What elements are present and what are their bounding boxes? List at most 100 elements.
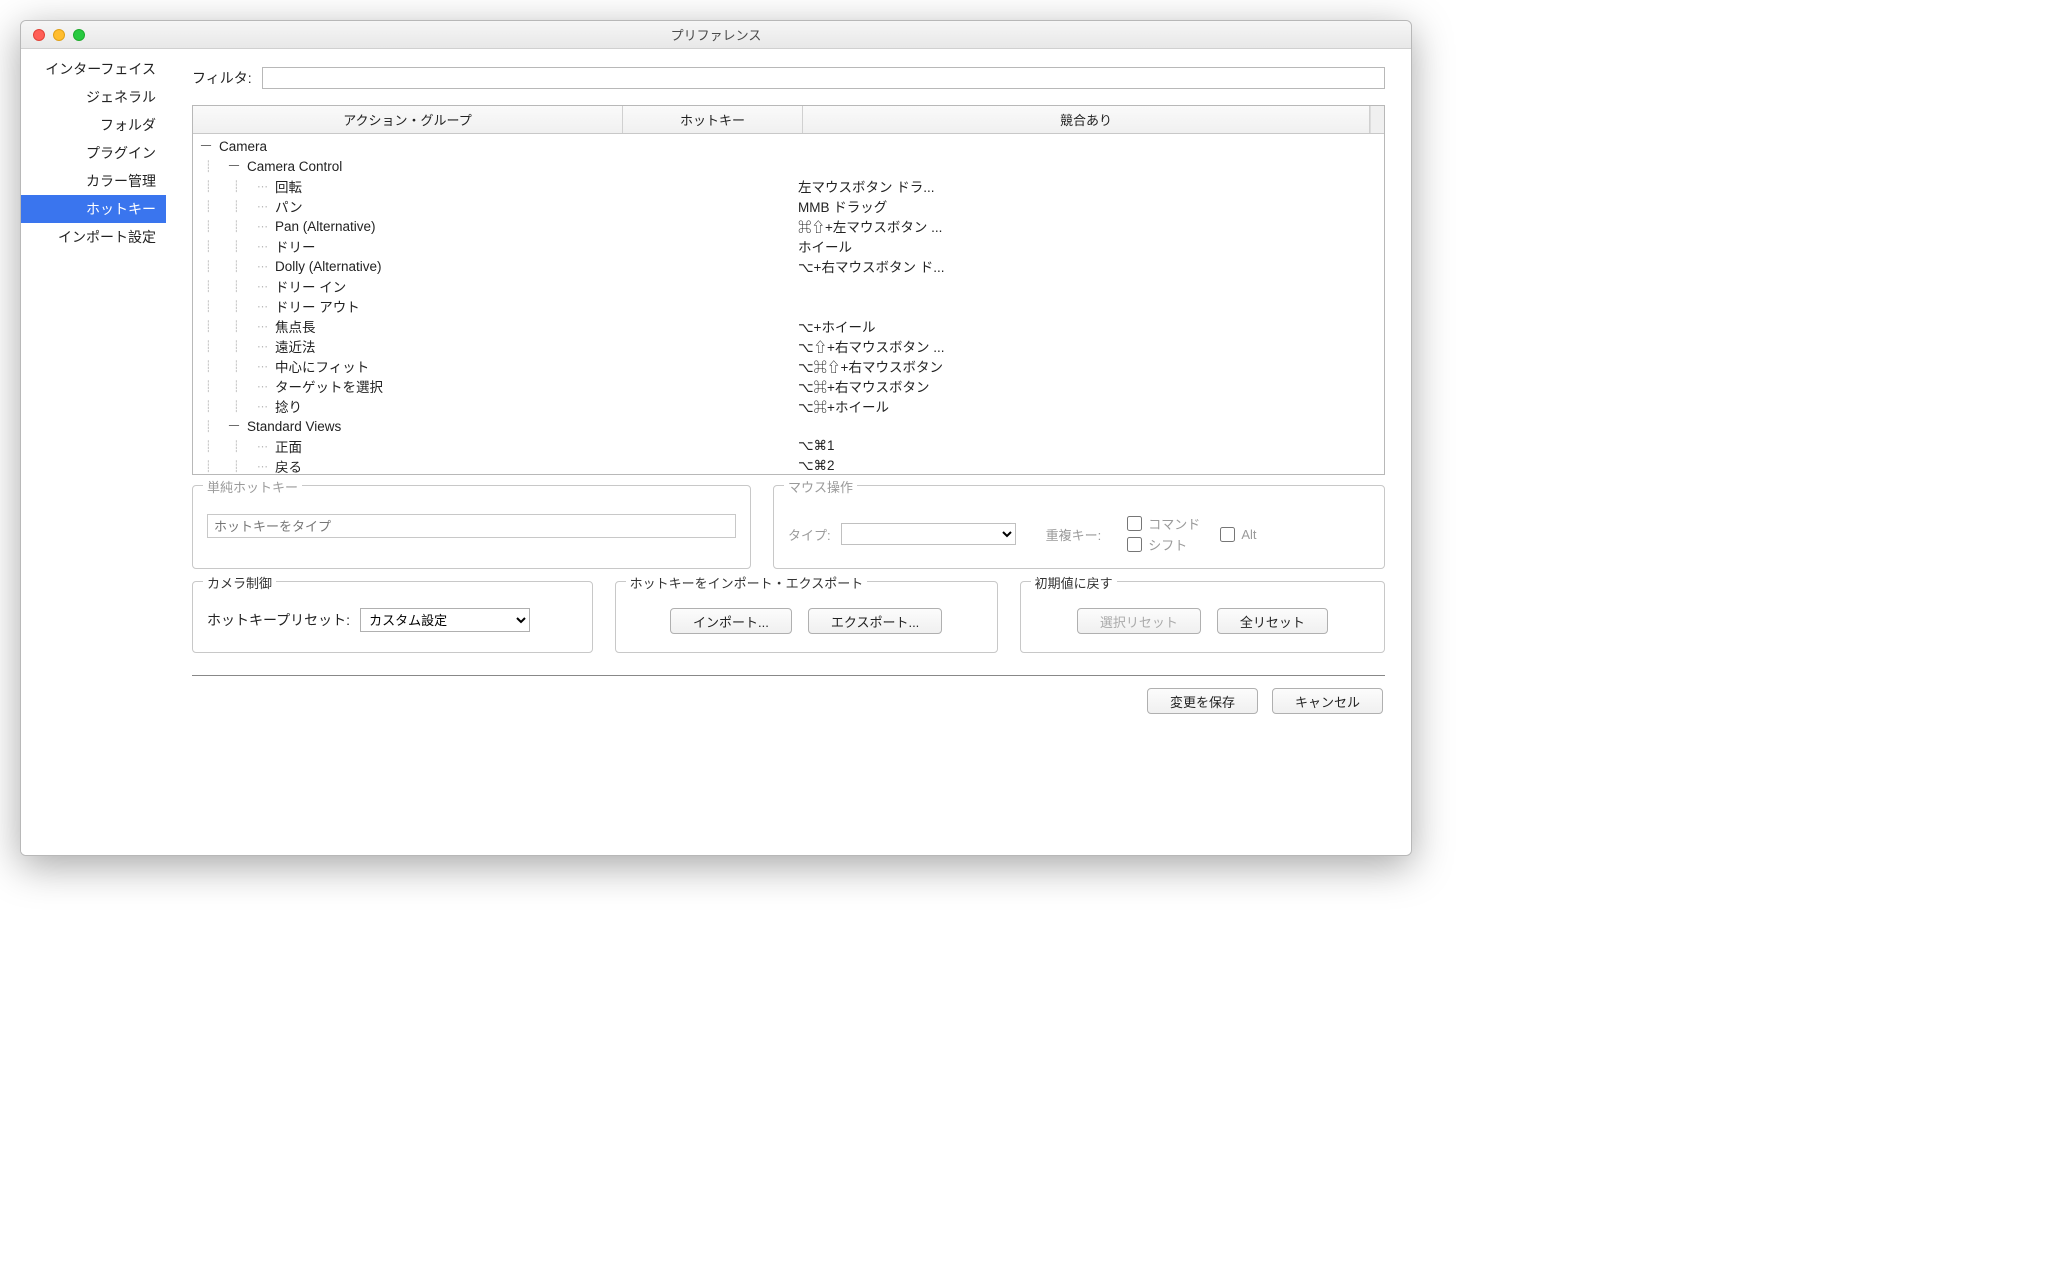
reset-legend: 初期値に戻す <box>1031 573 1117 592</box>
tree-hotkey: ホイール <box>798 236 852 256</box>
tree-row[interactable]: ┊┊⋯ドリーホイール <box>193 236 1384 256</box>
tree-row[interactable]: ┊┊⋯Pan (Alternative)⌘⇧+左マウスボタン ... <box>193 216 1384 236</box>
camera-control-legend: カメラ制御 <box>203 573 276 592</box>
filter-input[interactable] <box>262 67 1385 89</box>
tree-hotkey: MMB ドラッグ <box>798 196 887 216</box>
tree-row[interactable]: ┊┊⋯焦点長⌥+ホイール <box>193 316 1384 336</box>
cancel-button[interactable]: キャンセル <box>1272 688 1383 714</box>
tree-row[interactable]: ┊┊⋯遠近法⌥⇧+右マウスボタン ... <box>193 336 1384 356</box>
tree-row[interactable]: ┊┊⋯回転左マウスボタン ドラ... <box>193 176 1384 196</box>
table-header: アクション・グループ ホットキー 競合あり <box>193 106 1384 134</box>
mouse-group: マウス操作 タイプ: 重複キー: コマンド シフト Alt <box>773 485 1385 569</box>
tree-hotkey: 左マウスボタン ドラ... <box>798 176 935 196</box>
col-action[interactable]: アクション・グループ <box>193 106 623 133</box>
simple-hotkey-legend: 単純ホットキー <box>203 477 302 496</box>
check-command-label: コマンド <box>1148 514 1200 533</box>
tree-label: 正面 <box>275 436 302 456</box>
check-alt[interactable] <box>1220 527 1235 542</box>
tree-row[interactable]: ┊－Camera Control <box>193 156 1384 176</box>
dialog-footer: 変更を保存 キャンセル <box>192 684 1385 716</box>
zoom-icon[interactable] <box>73 29 85 41</box>
import-export-legend: ホットキーをインポート・エクスポート <box>626 573 868 592</box>
tree-row[interactable]: ┊┊⋯ターゲットを選択⌥⌘+右マウスボタン <box>193 376 1384 396</box>
tree-label: Standard Views <box>247 419 341 434</box>
tree-hotkey: ⌥+右マウスボタン ド... <box>798 256 944 276</box>
tree-row[interactable]: ┊┊⋯戻る⌥⌘2 <box>193 456 1384 474</box>
sidebar-item-color[interactable]: カラー管理 <box>21 167 166 195</box>
col-hotkey[interactable]: ホットキー <box>623 106 803 133</box>
minimize-icon[interactable] <box>53 29 65 41</box>
mouse-type-label: タイプ: <box>788 525 831 544</box>
tree-row[interactable]: ┊┊⋯中心にフィット⌥⌘⇧+右マウスボタン <box>193 356 1384 376</box>
tree-row[interactable]: ┊－Standard Views <box>193 416 1384 436</box>
check-alt-label: Alt <box>1241 527 1256 542</box>
tree-label: ターゲットを選択 <box>275 376 383 396</box>
table-body[interactable]: －Camera┊－Camera Control┊┊⋯回転左マウスボタン ドラ..… <box>193 134 1384 474</box>
reset-group: 初期値に戻す 選択リセット 全リセット <box>1020 581 1385 653</box>
tree-row[interactable]: ┊┊⋯ドリー アウト <box>193 296 1384 316</box>
camera-control-group: カメラ制御 ホットキープリセット: カスタム設定 <box>192 581 593 653</box>
tree-row[interactable]: － Camera <box>193 136 1384 156</box>
tree-row[interactable]: ┊┊⋯ドリー イン <box>193 276 1384 296</box>
save-button[interactable]: 変更を保存 <box>1147 688 1258 714</box>
divider <box>192 675 1385 676</box>
preset-select[interactable]: カスタム設定 <box>360 608 530 632</box>
sidebar-item-folders[interactable]: フォルダ <box>21 111 166 139</box>
check-shift[interactable] <box>1127 537 1142 552</box>
col-conflict[interactable]: 競合あり <box>803 106 1370 133</box>
main-panel: フィルタ: アクション・グループ ホットキー 競合あり －Camera┊－Cam… <box>166 49 1411 855</box>
sidebar-item-import[interactable]: インポート設定 <box>21 223 166 251</box>
tree-label: Camera Control <box>247 159 342 174</box>
tree-label: 中心にフィット <box>275 356 369 376</box>
import-button[interactable]: インポート... <box>670 608 792 634</box>
sidebar-item-plugins[interactable]: プラグイン <box>21 139 166 167</box>
mouse-type-select[interactable] <box>841 523 1016 545</box>
tree-hotkey: ⌥⌘⇧+右マウスボタン <box>798 356 943 376</box>
sidebar: インターフェイス ジェネラル フォルダ プラグイン カラー管理 ホットキー イン… <box>21 49 166 855</box>
hotkey-table: アクション・グループ ホットキー 競合あり －Camera┊－Camera Co… <box>192 105 1385 475</box>
tree-label: ドリー アウト <box>275 296 360 316</box>
tree-label: Dolly (Alternative) <box>275 259 382 274</box>
hotkey-input[interactable] <box>207 514 736 538</box>
tree-row[interactable]: ┊┊⋯正面⌥⌘1 <box>193 436 1384 456</box>
tree-hotkey: ⌥+ホイール <box>798 316 875 336</box>
tree-label: ドリー イン <box>275 276 346 296</box>
tree-label: 遠近法 <box>275 336 316 356</box>
tree-toggle-icon[interactable]: － <box>227 416 241 436</box>
simple-hotkey-group: 単純ホットキー <box>192 485 751 569</box>
tree-row[interactable]: ┊┊⋯Dolly (Alternative)⌥+右マウスボタン ド... <box>193 256 1384 276</box>
preferences-window: プリファレンス インターフェイス ジェネラル フォルダ プラグイン カラー管理 … <box>20 20 1412 856</box>
filter-label: フィルタ: <box>192 68 252 88</box>
sidebar-item-interface[interactable]: インターフェイス <box>21 55 166 83</box>
scrollbar-corner <box>1370 106 1384 133</box>
tree-hotkey: ⌥⇧+右マウスボタン ... <box>798 336 944 356</box>
reset-all-button[interactable]: 全リセット <box>1217 608 1328 634</box>
tree-hotkey: ⌥⌘1 <box>798 438 835 454</box>
sidebar-item-general[interactable]: ジェネラル <box>21 83 166 111</box>
tree-label: Pan (Alternative) <box>275 219 376 234</box>
window-controls <box>21 29 85 41</box>
check-command[interactable] <box>1127 516 1142 531</box>
preset-label: ホットキープリセット: <box>207 610 350 630</box>
tree-label: Camera <box>219 139 267 154</box>
tree-toggle-icon[interactable]: － <box>227 156 241 176</box>
tree-row[interactable]: ┊┊⋯パンMMB ドラッグ <box>193 196 1384 216</box>
reset-selection-button[interactable]: 選択リセット <box>1077 608 1201 634</box>
tree-label: 回転 <box>275 176 302 196</box>
tree-row[interactable]: ┊┊⋯捻り⌥⌘+ホイール <box>193 396 1384 416</box>
tree-label: 戻る <box>275 456 302 474</box>
export-button[interactable]: エクスポート... <box>808 608 942 634</box>
window-title: プリファレンス <box>21 25 1411 44</box>
tree-hotkey: ⌥⌘+右マウスボタン <box>798 376 929 396</box>
sidebar-item-hotkeys[interactable]: ホットキー <box>21 195 166 223</box>
tree-label: パン <box>275 196 303 216</box>
tree-label: ドリー <box>275 236 316 256</box>
tree-hotkey: ⌥⌘2 <box>798 458 835 474</box>
import-export-group: ホットキーをインポート・エクスポート インポート... エクスポート... <box>615 581 998 653</box>
close-icon[interactable] <box>33 29 45 41</box>
filter-row: フィルタ: <box>192 67 1385 89</box>
tree-label: 捻り <box>275 396 302 416</box>
dup-key-label: 重複キー: <box>1046 525 1102 544</box>
tree-toggle-icon[interactable]: － <box>199 136 213 156</box>
mouse-legend: マウス操作 <box>784 477 857 496</box>
